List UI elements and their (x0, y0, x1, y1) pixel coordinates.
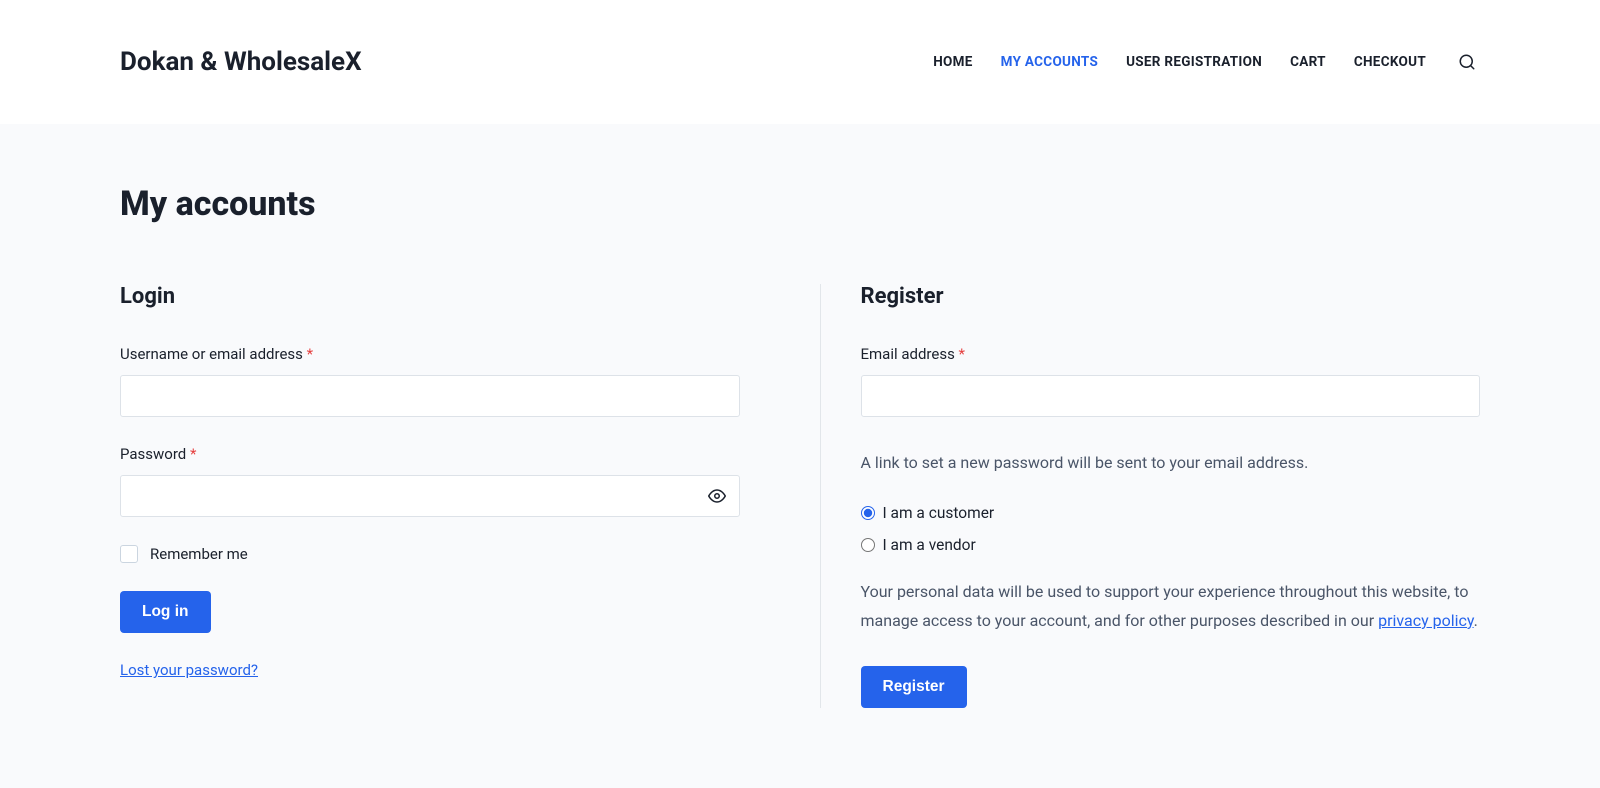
password-input[interactable] (120, 475, 740, 517)
password-label-text: Password (120, 445, 190, 463)
nav-cart[interactable]: CART (1290, 54, 1326, 70)
privacy-text-2: . (1474, 611, 1478, 630)
nav-user-registration[interactable]: USER REGISTRATION (1126, 54, 1262, 70)
site-header: Dokan & WholesaleX HOME MY ACCOUNTS USER… (0, 0, 1600, 124)
privacy-text: Your personal data will be used to suppo… (861, 578, 1481, 636)
eye-icon (708, 487, 726, 505)
remember-me-label[interactable]: Remember me (150, 545, 248, 563)
search-icon (1458, 53, 1476, 71)
main-content: My accounts Login Username or email addr… (0, 124, 1600, 788)
role-customer-label[interactable]: I am a customer (883, 504, 995, 522)
required-mark: * (307, 345, 313, 363)
privacy-policy-link[interactable]: privacy policy (1378, 611, 1474, 630)
toggle-password-visibility-button[interactable] (702, 481, 732, 511)
required-mark: * (190, 445, 196, 463)
username-label: Username or email address * (120, 345, 740, 363)
nav-my-accounts[interactable]: MY ACCOUNTS (1001, 54, 1098, 70)
register-heading: Register (861, 284, 1481, 309)
register-email-label-text: Email address (861, 345, 959, 363)
site-title: Dokan & WholesaleX (120, 47, 362, 77)
register-button[interactable]: Register (861, 666, 967, 708)
lost-password-link[interactable]: Lost your password? (120, 661, 258, 679)
login-button[interactable]: Log in (120, 591, 211, 633)
role-vendor-radio[interactable] (861, 538, 875, 552)
page-title: My accounts (120, 184, 1480, 224)
search-button[interactable] (1454, 49, 1480, 75)
register-section: Register Email address * A link to set a… (820, 284, 1481, 708)
nav-checkout[interactable]: CHECKOUT (1354, 54, 1426, 70)
role-vendor-label[interactable]: I am a vendor (883, 536, 976, 554)
remember-me-checkbox[interactable] (120, 545, 138, 563)
nav-home[interactable]: HOME (933, 54, 972, 70)
username-input[interactable] (120, 375, 740, 417)
role-radio-group: I am a customer I am a vendor (861, 504, 1481, 554)
login-heading: Login (120, 284, 740, 309)
register-email-input[interactable] (861, 375, 1481, 417)
username-label-text: Username or email address (120, 345, 307, 363)
login-section: Login Username or email address * Passwo… (120, 284, 820, 708)
password-label: Password * (120, 445, 740, 463)
account-columns: Login Username or email address * Passwo… (120, 284, 1480, 708)
role-customer-radio[interactable] (861, 506, 875, 520)
register-email-label: Email address * (861, 345, 1481, 363)
required-mark: * (959, 345, 965, 363)
main-nav: HOME MY ACCOUNTS USER REGISTRATION CART … (933, 49, 1480, 75)
register-info-text: A link to set a new password will be sen… (861, 449, 1481, 476)
